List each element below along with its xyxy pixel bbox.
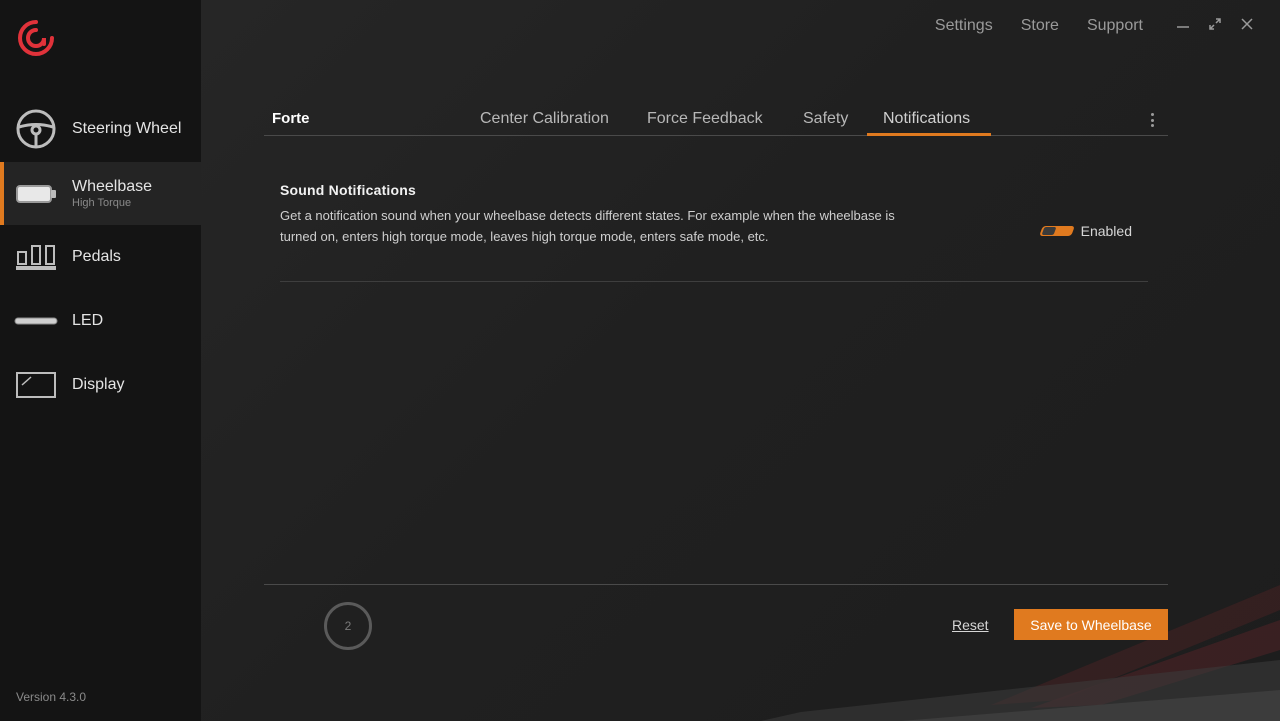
- tab-safety[interactable]: Safety: [803, 110, 848, 128]
- pedals-icon: [14, 235, 58, 279]
- tab-bar: Forte Center Calibration Force Feedback …: [264, 100, 1168, 136]
- toggle-switch[interactable]: [1038, 226, 1075, 236]
- sidebar-item-label: Pedals: [72, 248, 121, 265]
- setting-title: Sound Notifications: [280, 182, 417, 198]
- footer-divider: [264, 584, 1168, 585]
- settings-link[interactable]: Settings: [935, 17, 993, 35]
- progress-spinner: 2: [324, 602, 372, 650]
- sidebar: Steering Wheel Wheelbase High Torque Ped…: [0, 0, 201, 721]
- active-tab-indicator: [867, 133, 991, 136]
- save-to-wheelbase-button[interactable]: Save to Wheelbase: [1014, 609, 1168, 640]
- display-icon: [14, 363, 58, 407]
- app-version: Version 4.3.0: [16, 690, 87, 704]
- main-panel: Settings Store Support Forte Center Cali…: [201, 0, 1280, 721]
- steering-wheel-icon: [14, 107, 58, 151]
- sidebar-item-wheelbase[interactable]: Wheelbase High Torque: [0, 162, 201, 225]
- sound-notifications-toggle[interactable]: Enabled: [1038, 223, 1132, 239]
- minimize-icon[interactable]: [1174, 14, 1192, 34]
- sidebar-item-label: LED: [72, 312, 104, 329]
- sidebar-item-label: Display: [72, 376, 125, 393]
- tab-force-feedback[interactable]: Force Feedback: [647, 110, 763, 128]
- setting-description: Get a notification sound when your wheel…: [280, 208, 895, 244]
- window-controls: [1174, 14, 1256, 34]
- brand-logo: [18, 20, 54, 56]
- spinner-value: 2: [344, 619, 352, 633]
- sidebar-item-pedals[interactable]: Pedals: [0, 229, 201, 285]
- sidebar-item-label: Wheelbase: [72, 178, 153, 195]
- support-link[interactable]: Support: [1087, 17, 1143, 35]
- reset-link[interactable]: Reset: [952, 617, 989, 633]
- tab-center-calibration[interactable]: Center Calibration: [480, 110, 609, 128]
- wheelbase-icon: [14, 172, 58, 216]
- tab-notifications[interactable]: Notifications: [883, 110, 970, 128]
- led-icon: [14, 299, 58, 343]
- maximize-icon[interactable]: [1206, 14, 1224, 34]
- sidebar-item-led[interactable]: LED: [0, 293, 201, 349]
- sidebar-item-sublabel: High Torque: [72, 197, 132, 209]
- sidebar-item-label: Steering Wheel: [72, 120, 182, 137]
- store-link[interactable]: Store: [1021, 17, 1059, 35]
- sound-notifications-setting: Sound Notifications Get a notification s…: [280, 182, 1148, 282]
- more-options-icon[interactable]: [1146, 110, 1158, 130]
- sidebar-item-display[interactable]: Display: [0, 357, 201, 413]
- toggle-label: Enabled: [1080, 223, 1132, 239]
- device-name: Forte: [272, 110, 310, 127]
- top-navigation: Settings Store Support: [935, 17, 1143, 35]
- sidebar-item-steering-wheel[interactable]: Steering Wheel: [0, 101, 201, 157]
- app-window: Steering Wheel Wheelbase High Torque Ped…: [0, 0, 1280, 721]
- close-icon[interactable]: [1238, 14, 1256, 34]
